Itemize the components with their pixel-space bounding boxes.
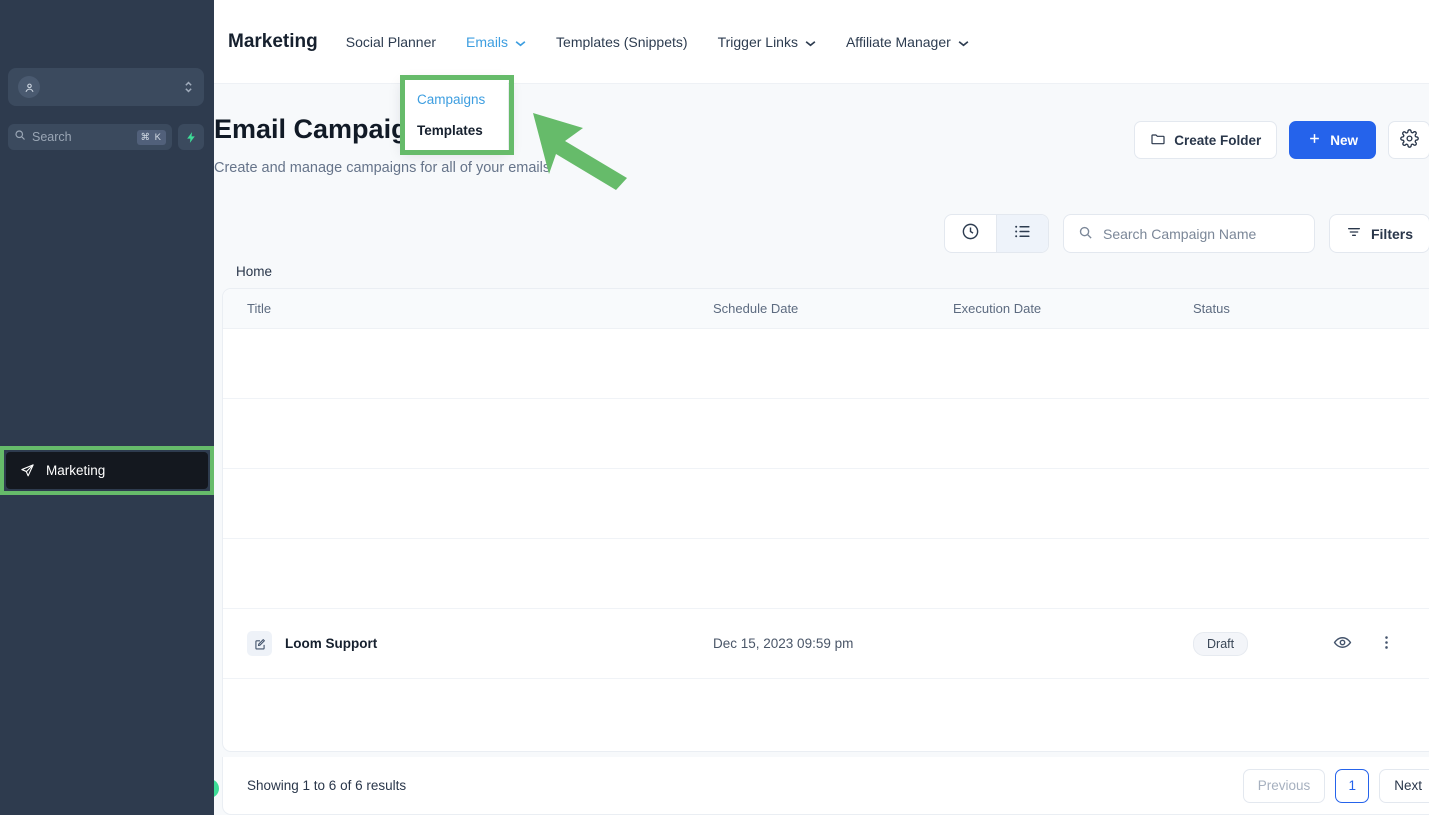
list-icon bbox=[1013, 222, 1032, 246]
sidebar-item-label: Marketing bbox=[46, 463, 106, 478]
nav-emails[interactable]: Emails bbox=[466, 34, 526, 50]
results-count: Showing 1 to 6 of 6 results bbox=[247, 778, 407, 793]
filters-label: Filters bbox=[1370, 225, 1413, 242]
dropdown-item-templates[interactable]: Templates bbox=[403, 112, 508, 143]
table-header-row: Title Schedule Date Execution Date Statu… bbox=[223, 289, 1429, 329]
brand-title: Marketing bbox=[228, 30, 318, 52]
table-row[interactable] bbox=[223, 399, 1429, 469]
search-icon bbox=[1078, 225, 1093, 243]
table-row[interactable]: Loom Support Dec 15, 2023 09:59 pm Draft bbox=[223, 609, 1429, 679]
history-view-button[interactable] bbox=[945, 215, 996, 252]
search-input[interactable]: Search ⌘ K bbox=[8, 124, 172, 150]
user-circle-icon bbox=[18, 76, 40, 98]
nav-label: Emails bbox=[466, 33, 509, 50]
search-shortcut-badge: ⌘ K bbox=[136, 129, 166, 145]
filter-icon bbox=[1346, 224, 1362, 243]
dropdown-item-campaigns[interactable]: Campaigns bbox=[403, 87, 508, 112]
plus-icon bbox=[1307, 131, 1322, 149]
nav-trigger-links[interactable]: Trigger Links bbox=[718, 34, 816, 50]
search-placeholder: Search bbox=[32, 130, 72, 144]
account-selector[interactable] bbox=[8, 68, 204, 106]
cell-actions bbox=[1333, 633, 1429, 655]
table-row[interactable] bbox=[223, 469, 1429, 539]
folder-icon bbox=[1150, 131, 1166, 150]
nav-label: Trigger Links bbox=[717, 33, 798, 50]
view-toggle-group bbox=[943, 214, 1049, 253]
column-header-schedule-date: Schedule Date bbox=[713, 301, 799, 316]
campaign-search-input[interactable]: Search Campaign Name bbox=[1062, 214, 1315, 253]
settings-button[interactable] bbox=[1388, 121, 1429, 159]
top-navigation: Marketing Social Planner Emails Template… bbox=[214, 0, 1429, 84]
nav-label: Affiliate Manager bbox=[845, 33, 951, 50]
breadcrumb[interactable]: Home bbox=[236, 264, 272, 279]
paper-plane-icon bbox=[20, 463, 35, 478]
nav-label: Social Planner bbox=[345, 33, 437, 50]
filters-button[interactable]: Filters bbox=[1328, 214, 1429, 253]
dots-vertical-icon[interactable] bbox=[1378, 634, 1395, 654]
sidebar-item-marketing[interactable]: Marketing bbox=[6, 452, 208, 489]
nav-templates-snippets[interactable]: Templates (Snippets) bbox=[556, 34, 688, 50]
table-footer: Showing 1 to 6 of 6 results Previous 1 N… bbox=[222, 757, 1429, 815]
cell-title: Loom Support bbox=[223, 631, 713, 656]
pagination: Previous 1 Next bbox=[1242, 768, 1429, 803]
main-content: Marketing Social Planner Emails Template… bbox=[214, 0, 1429, 815]
eye-icon[interactable] bbox=[1333, 633, 1352, 655]
table-toolbar: Search Campaign Name Filters bbox=[943, 214, 1429, 253]
create-folder-button[interactable]: Create Folder bbox=[1134, 121, 1278, 159]
create-folder-label: Create Folder bbox=[1174, 132, 1262, 148]
sidebar-search-row: Search ⌘ K bbox=[8, 124, 204, 150]
nav-affiliate-manager[interactable]: Affiliate Manager bbox=[846, 34, 969, 50]
search-icon bbox=[14, 128, 26, 146]
sidebar: Search ⌘ K Marketing bbox=[0, 0, 214, 815]
emails-dropdown-menu: Campaigns Templates bbox=[403, 79, 508, 150]
cell-status: Draft bbox=[1193, 631, 1333, 656]
table-row[interactable] bbox=[223, 539, 1429, 609]
campaign-name: Loom Support bbox=[285, 636, 378, 651]
chevron-updown-icon bbox=[183, 79, 194, 95]
table-row[interactable] bbox=[223, 329, 1429, 399]
nav-social-planner[interactable]: Social Planner bbox=[346, 34, 436, 50]
clock-icon bbox=[961, 222, 980, 246]
page-subtitle: Create and manage campaigns for all of y… bbox=[214, 160, 551, 176]
cell-schedule-date: Dec 15, 2023 09:59 pm bbox=[713, 636, 854, 651]
column-header-execution-date: Execution Date bbox=[953, 301, 1042, 316]
column-header-title: Title bbox=[247, 301, 272, 316]
previous-page-button[interactable]: Previous bbox=[1242, 768, 1326, 803]
campaign-search-placeholder: Search Campaign Name bbox=[1102, 225, 1257, 242]
new-button[interactable]: New bbox=[1289, 121, 1376, 159]
campaigns-table: Title Schedule Date Execution Date Statu… bbox=[222, 288, 1429, 752]
gear-icon bbox=[1399, 129, 1419, 151]
chevron-down-icon bbox=[515, 34, 526, 50]
new-label: New bbox=[1330, 132, 1358, 148]
chevron-down-icon bbox=[805, 34, 816, 50]
nav-label: Templates (Snippets) bbox=[556, 33, 688, 50]
status-badge: Draft bbox=[1193, 631, 1249, 656]
app-root: Search ⌘ K Marketing Marketing Social Pl… bbox=[0, 0, 1429, 815]
column-header-status: Status bbox=[1193, 301, 1230, 316]
bolt-icon[interactable] bbox=[178, 124, 204, 150]
next-page-button[interactable]: Next bbox=[1379, 768, 1429, 803]
list-view-button[interactable] bbox=[996, 215, 1048, 252]
page-1-button[interactable]: 1 bbox=[1335, 768, 1370, 803]
edit-square-icon bbox=[247, 631, 272, 656]
header-actions: Create Folder New bbox=[1134, 121, 1429, 159]
chevron-down-icon bbox=[958, 34, 969, 50]
